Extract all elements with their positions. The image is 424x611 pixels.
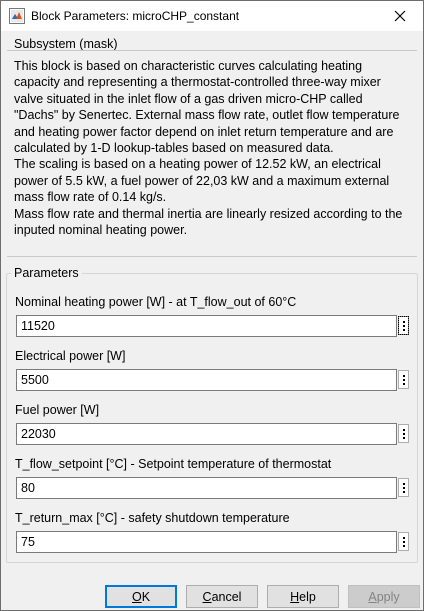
close-icon bbox=[394, 10, 406, 22]
fuel-power-more-button[interactable] bbox=[398, 424, 409, 443]
close-button[interactable] bbox=[377, 1, 423, 31]
ok-button-label: K bbox=[141, 589, 151, 604]
nominal-heating-power-label: Nominal heating power [W] - at T_flow_ou… bbox=[15, 295, 297, 309]
apply-button-label: pply bbox=[376, 589, 400, 604]
return-max-more-button[interactable] bbox=[398, 532, 409, 551]
block-parameters-dialog: Block Parameters: microCHP_constant Subs… bbox=[0, 0, 424, 611]
ok-button-mnemonic: O bbox=[131, 589, 142, 604]
cancel-button[interactable]: Cancel bbox=[186, 585, 258, 608]
matlab-simulink-icon bbox=[9, 8, 25, 24]
parameters-legend: Parameters bbox=[11, 266, 82, 281]
fuel-power-label: Fuel power [W] bbox=[15, 403, 100, 417]
help-button-label: elp bbox=[299, 589, 316, 604]
return-max-label: T_return_max [°C] - safety shutdown temp… bbox=[15, 511, 290, 525]
more-options-icon bbox=[402, 428, 405, 431]
cancel-button-label: ancel bbox=[211, 589, 242, 604]
cancel-button-mnemonic: C bbox=[202, 589, 212, 604]
description-paragraph-1: This block is based on characteristic cu… bbox=[14, 59, 400, 156]
electrical-power-label: Electrical power [W] bbox=[15, 349, 126, 363]
description-paragraph-3: Mass flow rate and thermal inertia are l… bbox=[14, 206, 403, 238]
fuel-power-input[interactable] bbox=[16, 423, 397, 445]
ok-button[interactable]: OK bbox=[105, 585, 177, 608]
more-options-icon bbox=[402, 320, 405, 323]
title-bar: Block Parameters: microCHP_constant bbox=[1, 1, 423, 31]
more-options-icon bbox=[402, 482, 405, 485]
flow-setpoint-label: T_flow_setpoint [°C] - Setpoint temperat… bbox=[15, 457, 332, 471]
electrical-power-more-button[interactable] bbox=[398, 370, 409, 389]
apply-button-mnemonic: A bbox=[368, 589, 377, 604]
flow-setpoint-input[interactable] bbox=[16, 477, 397, 499]
help-button-mnemonic: H bbox=[290, 589, 300, 604]
return-max-input[interactable] bbox=[16, 531, 397, 553]
more-options-icon bbox=[402, 374, 405, 377]
description-text: This block is based on characteristic cu… bbox=[14, 58, 410, 238]
more-options-icon bbox=[402, 536, 405, 539]
apply-button[interactable]: Apply bbox=[348, 585, 420, 608]
nominal-heating-power-more-button[interactable] bbox=[398, 316, 409, 335]
electrical-power-input[interactable] bbox=[16, 369, 397, 391]
flow-setpoint-more-button[interactable] bbox=[398, 478, 409, 497]
window-title: Block Parameters: microCHP_constant bbox=[31, 9, 240, 23]
nominal-heating-power-input[interactable] bbox=[16, 315, 397, 337]
help-button[interactable]: Help bbox=[267, 585, 339, 608]
description-paragraph-2: The scaling is based on a heating power … bbox=[14, 157, 390, 205]
